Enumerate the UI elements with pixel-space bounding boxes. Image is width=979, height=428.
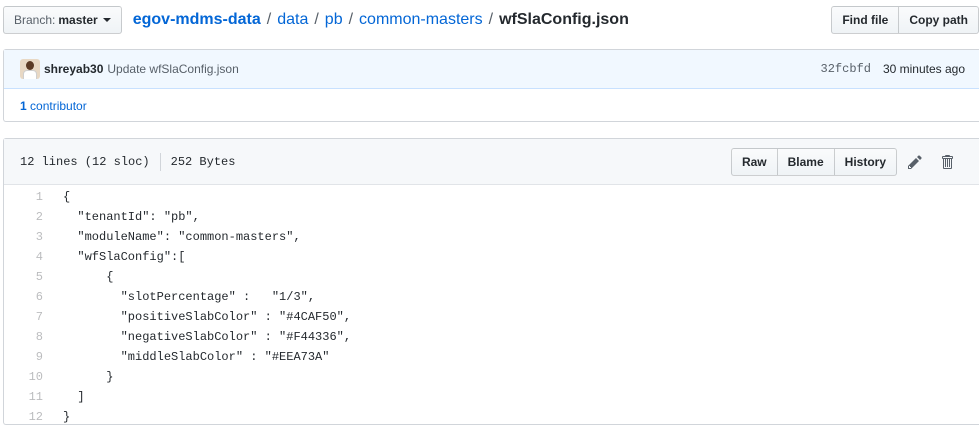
code-blob: 1{2 "tenantId": "pb", 3 "moduleName": "co… — [4, 185, 979, 427]
code-line: 10 } — [4, 367, 979, 387]
file-size: 252 Bytes — [170, 154, 236, 169]
line-number[interactable]: 6 — [4, 290, 44, 304]
line-content: "middleSlabColor" : "#EEA73A" — [63, 350, 330, 364]
commit-sha-link[interactable]: 32fcbfd — [821, 62, 871, 76]
code-line: 5 { — [4, 267, 979, 287]
file-line-count: 12 lines (12 sloc) — [20, 154, 150, 169]
line-content: "tenantId": "pb", — [63, 210, 200, 224]
commit-author-link[interactable]: shreyab30 — [44, 62, 103, 76]
line-content: { — [63, 270, 114, 284]
file-nav-button-group: Find file Copy path — [831, 6, 979, 34]
code-line: 6 "slotPercentage" : "1/3", — [4, 287, 979, 307]
branch-select-button[interactable]: Branch: master — [3, 6, 122, 34]
breadcrumb-repo-link[interactable]: egov-mdms-data — [133, 11, 261, 29]
history-button[interactable]: History — [834, 147, 897, 176]
line-content: "negativeSlabColor" : "#F44336", — [63, 330, 352, 344]
line-content: { — [63, 190, 71, 204]
line-content: ] — [63, 390, 85, 404]
raw-button[interactable]: Raw — [730, 147, 778, 176]
breadcrumb-current-file: wfSlaConfig.json — [499, 11, 629, 28]
line-content: "positiveSlabColor" : "#4CAF50", — [63, 310, 352, 324]
file-info-divider — [159, 152, 161, 171]
code-line: 1{ — [4, 187, 979, 207]
file-info: 12 lines (12 sloc) 252 Bytes — [20, 152, 236, 171]
find-file-button[interactable]: Find file — [831, 6, 900, 34]
line-content: } — [63, 370, 114, 384]
line-number[interactable]: 10 — [4, 370, 44, 384]
breadcrumb-link-data[interactable]: data — [277, 11, 308, 29]
trash-icon[interactable] — [931, 148, 963, 176]
breadcrumb-separator: / — [266, 11, 272, 28]
file-viewer: 12 lines (12 sloc) 252 Bytes Raw Blame H… — [3, 138, 979, 425]
breadcrumb: egov-mdms-data / data / pb / common-mast… — [133, 11, 629, 29]
breadcrumb-separator: / — [348, 11, 354, 28]
code-line: 3 "moduleName": "common-masters", — [4, 227, 979, 247]
commit-tease: shreyab30 Update wfSlaConfig.json 32fcbf… — [3, 49, 979, 122]
contributors-row: 1 contributor — [4, 89, 979, 122]
file-actions: Raw Blame History — [730, 147, 963, 176]
file-button-group: Raw Blame History — [730, 147, 897, 176]
breadcrumb-separator: / — [488, 11, 494, 28]
caret-down-icon — [102, 18, 111, 22]
line-number[interactable]: 12 — [4, 410, 44, 424]
breadcrumb-link-common-masters[interactable]: common-masters — [359, 11, 483, 29]
file-navigation: Branch: master egov-mdms-data / data / p… — [3, 6, 979, 34]
line-number[interactable]: 9 — [4, 350, 44, 364]
code-line: 12} — [4, 407, 979, 427]
code-line: 8 "negativeSlabColor" : "#F44336", — [4, 327, 979, 347]
breadcrumb-separator: / — [314, 11, 319, 28]
file-header: 12 lines (12 sloc) 252 Bytes Raw Blame H… — [4, 139, 979, 185]
code-line: 4 "wfSlaConfig":[ — [4, 247, 979, 267]
avatar[interactable] — [20, 59, 40, 79]
contributors-link[interactable]: 1 contributor — [20, 99, 87, 113]
code-line: 9 "middleSlabColor" : "#EEA73A" — [4, 347, 979, 367]
line-number[interactable]: 5 — [4, 270, 44, 284]
code-line: 11 ] — [4, 387, 979, 407]
contributors-label: contributor — [30, 98, 87, 113]
line-number[interactable]: 3 — [4, 230, 44, 244]
line-content: } — [63, 410, 71, 424]
blame-button[interactable]: Blame — [777, 147, 835, 176]
line-number[interactable]: 8 — [4, 330, 44, 344]
copy-path-button[interactable]: Copy path — [899, 6, 979, 34]
commit-message-link[interactable]: Update wfSlaConfig.json — [107, 62, 238, 76]
line-content: "moduleName": "common-masters", — [63, 230, 301, 244]
line-number[interactable]: 2 — [4, 210, 44, 224]
line-number[interactable]: 1 — [4, 190, 44, 204]
pencil-icon[interactable] — [899, 148, 931, 176]
commit-time: 30 minutes ago — [882, 62, 965, 76]
breadcrumb-link-pb[interactable]: pb — [325, 11, 343, 29]
code-line: 2 "tenantId": "pb", — [4, 207, 979, 227]
code-line: 7 "positiveSlabColor" : "#4CAF50", — [4, 307, 979, 327]
line-content: "slotPercentage" : "1/3", — [63, 290, 316, 304]
line-number[interactable]: 11 — [4, 390, 44, 404]
line-number[interactable]: 4 — [4, 250, 44, 264]
commit-meta: 32fcbfd 30 minutes ago — [821, 62, 965, 76]
line-content: "wfSlaConfig":[ — [63, 250, 186, 264]
line-number[interactable]: 7 — [4, 310, 44, 324]
contributors-count: 1 — [20, 98, 27, 113]
branch-label: Branch: — [14, 13, 56, 27]
latest-commit: shreyab30 Update wfSlaConfig.json 32fcbf… — [4, 50, 979, 89]
branch-name: master — [58, 13, 98, 27]
